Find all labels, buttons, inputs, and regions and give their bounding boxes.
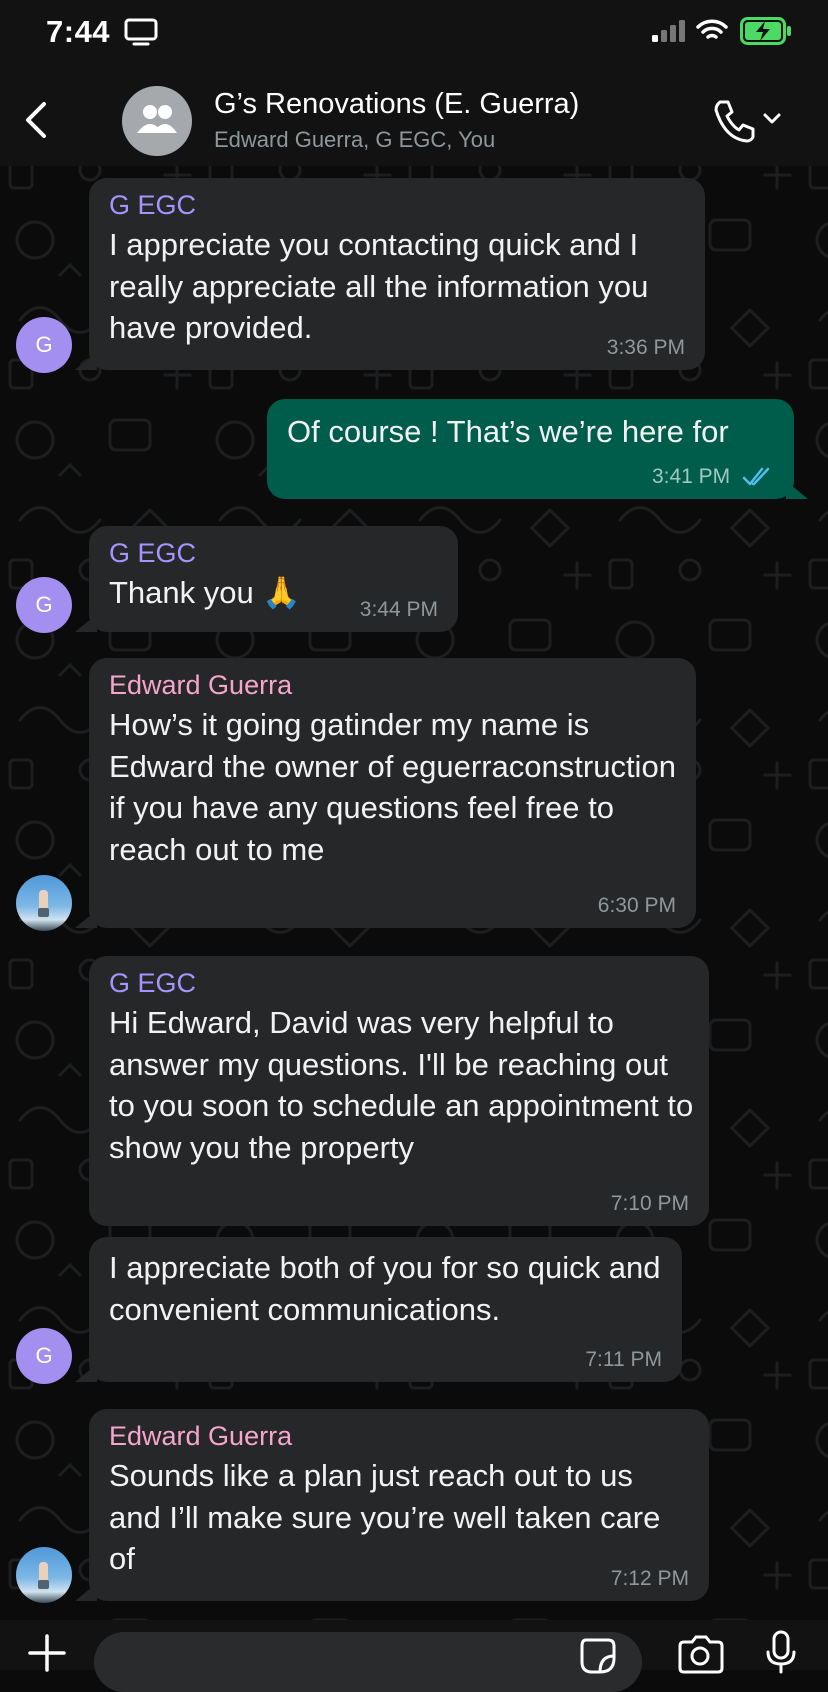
sticker-icon[interactable] (578, 1636, 618, 1676)
plus-icon[interactable] (26, 1632, 68, 1674)
message-bubble[interactable]: I appreciate both of you for so quick an… (75, 1237, 682, 1382)
message-text: Hi Edward, David was very helpful to ans… (109, 1005, 694, 1165)
message-time: 3:41 PM (651, 465, 731, 488)
message-bubble[interactable]: Edward Guerra How’s it going gatinder my… (75, 658, 696, 928)
message-bubble-outgoing[interactable]: Of course ! That’s we’re here for 3:41 P… (267, 399, 808, 499)
message-bubble[interactable]: Edward Guerra Sounds like a plan just re… (75, 1409, 709, 1601)
chat-title[interactable]: G’s Renovations (E. Guerra) (214, 88, 579, 121)
battery-charging-icon (740, 17, 791, 45)
group-icon (137, 105, 177, 133)
avatar-initial: G (35, 592, 53, 617)
double-check-icon (742, 468, 770, 486)
message-time: 6:30 PM (597, 894, 676, 917)
message-status: 3:41 PM (652, 465, 774, 489)
message-text: Of course ! That’s we’re here for (287, 414, 729, 449)
sender-avatar[interactable]: G (16, 577, 72, 633)
phone-icon (714, 100, 755, 143)
message-bubble[interactable]: G EGC Hi Edward, David was very helpful … (89, 956, 709, 1226)
sender-avatar[interactable]: G (16, 1328, 72, 1384)
avatar-initial: G (35, 332, 53, 357)
mic-icon[interactable] (764, 1630, 798, 1674)
back-chevron-icon[interactable] (22, 100, 52, 140)
sender-avatar-photo[interactable] (16, 1547, 72, 1603)
message-text: I appreciate both of you for so quick an… (109, 1250, 661, 1327)
sender-avatar[interactable]: G (16, 317, 72, 373)
sender-name: G EGC (109, 190, 197, 220)
sender-name: G EGC (109, 538, 197, 568)
group-avatar[interactable] (122, 86, 192, 156)
message-time: 3:36 PM (606, 336, 685, 359)
tv-icon (124, 18, 158, 46)
message-time: 7:12 PM (610, 1567, 689, 1590)
message-composer (0, 1620, 828, 1692)
message-bubble[interactable]: G EGC Thank you 🙏 3:44 PM (75, 526, 458, 632)
message-text: How’s it going gatinder my name is Edwar… (109, 707, 676, 867)
message-input[interactable] (94, 1632, 642, 1692)
message-time: 7:11 PM (585, 1348, 662, 1371)
sender-name: Edward Guerra (109, 1421, 293, 1451)
wifi-icon (696, 19, 728, 39)
message-time: 3:44 PM (359, 598, 438, 621)
chevron-down-icon (763, 113, 781, 124)
status-bar: 7:44 (0, 0, 828, 66)
avatar-initial: G (35, 1343, 53, 1368)
call-button[interactable] (708, 96, 818, 146)
message-text: Sounds like a plan just reach out to us … (109, 1458, 661, 1576)
message-bubble[interactable]: G EGC I appreciate you contacting quick … (75, 178, 705, 370)
status-time: 7:44 (46, 14, 111, 49)
message-time: 7:10 PM (610, 1192, 689, 1215)
chat-participants[interactable]: Edward Guerra, G EGC, You (214, 127, 495, 153)
sender-name: Edward Guerra (109, 670, 293, 700)
sender-avatar-photo[interactable] (16, 875, 72, 931)
message-text: I appreciate you contacting quick and I … (109, 227, 649, 345)
sender-name: G EGC (109, 968, 197, 998)
camera-icon[interactable] (676, 1634, 724, 1674)
signal-icon (652, 20, 685, 42)
chat-header: G’s Renovations (E. Guerra) Edward Guerr… (0, 66, 828, 166)
